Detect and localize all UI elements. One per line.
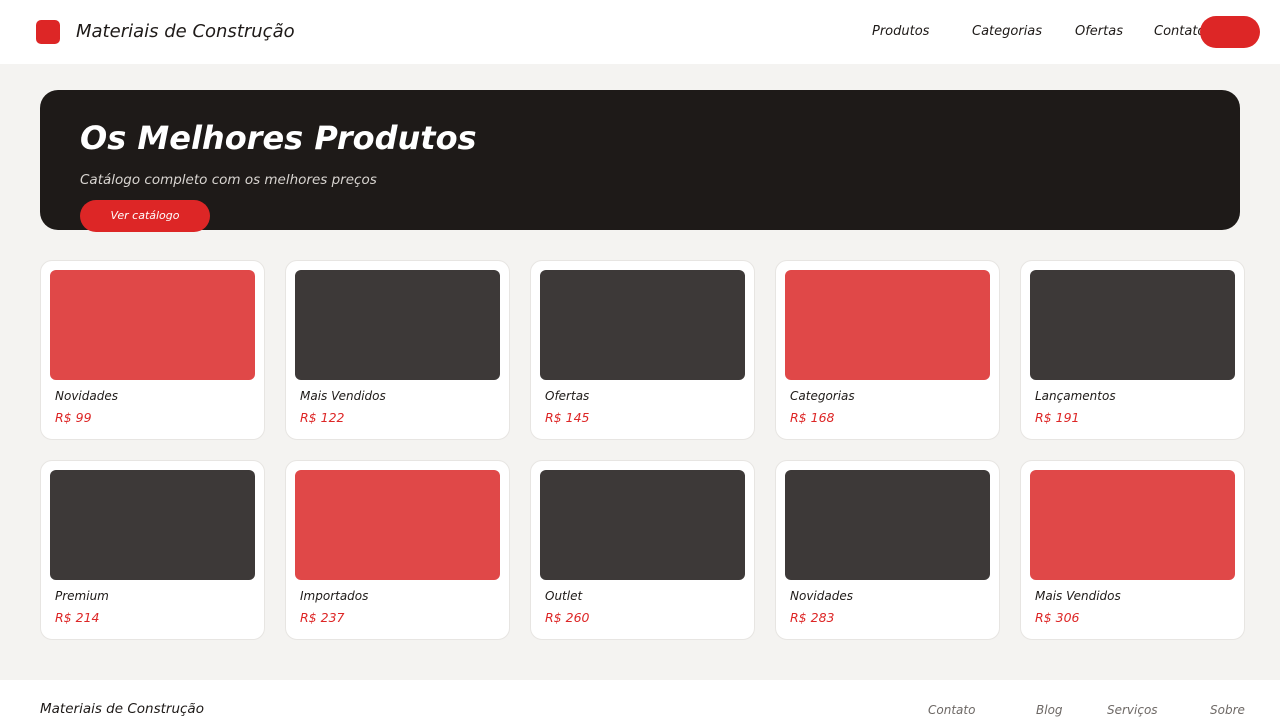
product-image — [295, 270, 500, 380]
product-price: R$ 283 — [790, 610, 835, 625]
product-image — [1030, 470, 1235, 580]
hero-banner: Os Melhores Produtos Catálogo completo c… — [40, 90, 1240, 232]
product-name: Ofertas — [545, 389, 590, 403]
product-card[interactable]: Ofertas R$ 145 — [530, 260, 755, 440]
product-price: R$ 306 — [1035, 610, 1080, 625]
footer-link-servicos[interactable]: Serviços — [1107, 702, 1158, 718]
product-image — [1030, 270, 1235, 380]
product-image — [540, 270, 745, 380]
product-image — [785, 470, 990, 580]
product-name: Outlet — [545, 589, 583, 603]
nav-link-contato[interactable]: Contato — [1154, 23, 1205, 41]
nav-link-produtos[interactable]: Produtos — [872, 23, 929, 41]
product-name: Premium — [55, 589, 109, 603]
top-header: Materiais de Construção Produtos Categor… — [0, 0, 1280, 64]
product-card[interactable]: Mais Vendidos R$ 122 — [285, 260, 510, 440]
product-name: Mais Vendidos — [1035, 589, 1121, 603]
product-image — [785, 270, 990, 380]
product-price: R$ 168 — [790, 410, 835, 425]
product-price: R$ 191 — [1035, 410, 1080, 425]
product-name: Mais Vendidos — [300, 389, 386, 403]
product-image — [50, 470, 255, 580]
product-grid: Novidades R$ 99 Mais Vendidos R$ 122 Ofertas… — [40, 260, 1245, 640]
product-card[interactable]: Novidades R$ 283 — [775, 460, 1000, 640]
product-card[interactable]: Importados R$ 237 — [285, 460, 510, 640]
header-action-button[interactable] — [1200, 16, 1260, 48]
product-card[interactable]: Premium R$ 214 — [40, 460, 265, 640]
product-card[interactable]: Categorias R$ 168 — [775, 260, 1000, 440]
nav-link-ofertas[interactable]: Ofertas — [1075, 23, 1123, 41]
product-name: Categorias — [790, 389, 855, 403]
hero-subtitle: Catálogo completo com os melhores preços — [80, 172, 377, 188]
logo-icon[interactable] — [36, 20, 60, 44]
hero-title: Os Melhores Produtos — [80, 119, 477, 157]
product-name: Lançamentos — [1035, 389, 1116, 403]
product-card[interactable]: Lançamentos R$ 191 — [1020, 260, 1245, 440]
footer-link-blog[interactable]: Blog — [1036, 702, 1063, 718]
product-price: R$ 122 — [300, 410, 345, 425]
view-catalog-button[interactable]: Ver catálogo — [80, 200, 210, 232]
product-card[interactable]: Outlet R$ 260 — [530, 460, 755, 640]
site-footer: Materiais de Construção Contato Blog Ser… — [0, 680, 1280, 720]
product-image — [540, 470, 745, 580]
product-price: R$ 260 — [545, 610, 590, 625]
product-name: Importados — [300, 589, 369, 603]
footer-link-contato[interactable]: Contato — [928, 702, 975, 718]
footer-link-sobre[interactable]: Sobre — [1210, 702, 1245, 718]
product-card[interactable]: Novidades R$ 99 — [40, 260, 265, 440]
product-price: R$ 214 — [55, 610, 100, 625]
product-price: R$ 99 — [55, 410, 92, 425]
product-image — [295, 470, 500, 580]
product-image — [50, 270, 255, 380]
product-name: Novidades — [790, 589, 853, 603]
footer-brand: Materiais de Construção — [40, 701, 204, 717]
nav-link-categorias[interactable]: Categorias — [972, 23, 1042, 41]
brand-name[interactable]: Materiais de Construção — [76, 19, 295, 45]
product-card[interactable]: Mais Vendidos R$ 306 — [1020, 460, 1245, 640]
product-price: R$ 145 — [545, 410, 590, 425]
product-price: R$ 237 — [300, 610, 345, 625]
product-name: Novidades — [55, 389, 118, 403]
